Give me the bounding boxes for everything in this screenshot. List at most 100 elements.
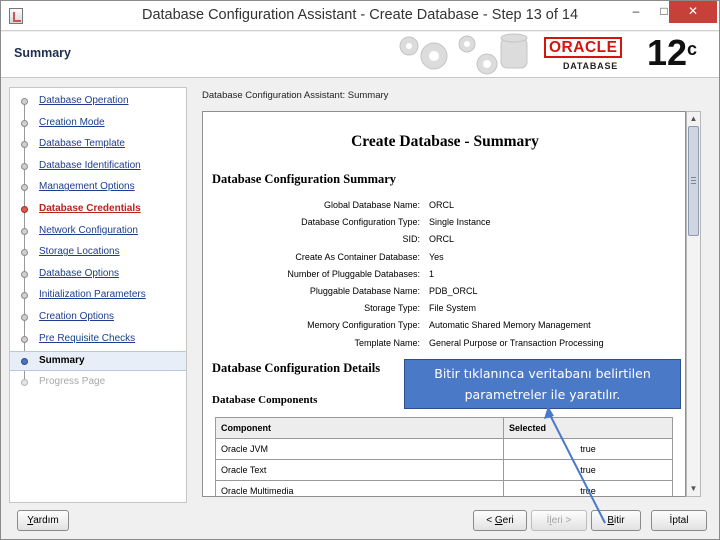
help-label: ardım — [33, 515, 59, 526]
sidebar-item-label: Storage Locations — [39, 246, 120, 258]
content-label: Database Configuration Assistant: Summar… — [202, 90, 389, 101]
summary-value: ORCL — [429, 200, 455, 210]
thumb-grip — [691, 183, 696, 184]
sidebar-item-initialization-parameters[interactable]: Initialization Parameters — [10, 286, 186, 306]
sidebar-item-label: Database Credentials — [39, 203, 141, 214]
sidebar-item-creation-options[interactable]: Creation Options — [10, 308, 186, 328]
scroll-down-arrow-icon[interactable]: ▼ — [687, 482, 700, 496]
step-status-icon — [21, 270, 28, 278]
summary-document: Create Database - Summary Database Confi… — [202, 111, 686, 497]
sidebar-item-label: Database Operation — [39, 95, 129, 106]
summary-row: Global Database Name: ORCL — [203, 200, 685, 217]
sidebar-item-pre-requisite-checks[interactable]: Pre Requisite Checks — [10, 330, 186, 350]
summary-row: SID: ORCL — [203, 234, 685, 251]
summary-row: Number of Pluggable Databases: 1 — [203, 268, 685, 286]
summary-key: Memory Configuration Type: — [307, 320, 420, 331]
back-prefix: < — [486, 515, 495, 526]
summary-row: Memory Configuration Type: Automatic Shar… — [203, 320, 685, 337]
back-mnemonic: G — [494, 515, 503, 526]
vertical-scrollbar[interactable]: ▲ ▼ — [686, 111, 701, 497]
sidebar-item-label: Creation Mode — [39, 116, 105, 128]
sidebar-item-storage-locations[interactable]: Storage Locations — [10, 243, 186, 263]
components-heading: Database Components — [212, 394, 318, 406]
back-button[interactable]: < Geri — [473, 510, 527, 531]
sidebar-item-label: Creation Options — [39, 311, 115, 322]
step-status-icon — [21, 314, 28, 321]
table-row: Oracle JVM true — [215, 438, 673, 460]
scroll-up-arrow-icon[interactable]: ▲ — [687, 112, 700, 126]
table-row: Oracle Text true — [215, 459, 673, 481]
oracle-product-label: DATABASE — [563, 61, 619, 71]
document-title: Create Database - Summary — [351, 133, 539, 150]
summary-key: Storage Type: — [364, 303, 420, 314]
sidebar-item-management-options[interactable]: Management Options — [10, 178, 186, 198]
oracle-logo: ORACLE DATABASE — [544, 37, 644, 71]
component-name-cell: Oracle JVM — [215, 438, 504, 460]
summary-value: Automatic Shared Memory Management — [429, 320, 591, 331]
summary-key: Number of Pluggable Databases: — [287, 268, 420, 279]
sidebar-item-database-operation[interactable]: Database Operation — [10, 92, 186, 112]
callout-line-1: Bitir tıklanınca veritabanı belirtilen — [434, 366, 651, 381]
page-title: Summary — [14, 46, 71, 60]
back-label: eri — [502, 515, 514, 526]
step-status-icon — [21, 184, 28, 192]
step-status-icon — [21, 206, 28, 213]
sidebar-item-label: Database Template — [39, 138, 125, 150]
next-button[interactable]: İleri > — [531, 510, 587, 531]
step-status-icon — [21, 378, 28, 386]
sidebar-item-label: Database Options — [39, 267, 120, 279]
step-status-icon — [21, 227, 28, 235]
sidebar-item-database-template[interactable]: Database Template — [10, 135, 186, 155]
step-status-icon — [21, 292, 28, 300]
dbca-window: Database Configuration Assistant - Creat… — [0, 0, 720, 540]
summary-value: Single Instance — [429, 217, 491, 228]
summary-value: General Purpose or Transaction Processin… — [429, 337, 604, 348]
summary-value: ORCL — [429, 234, 455, 245]
sidebar-item-database-identification[interactable]: Database Identification — [10, 157, 186, 177]
step-status-icon — [21, 249, 28, 257]
title-bar: Database Configuration Assistant - Creat… — [1, 1, 719, 31]
cancel-button[interactable]: İptal — [651, 510, 707, 531]
sidebar-item-network-configuration[interactable]: Network Configuration — [10, 222, 186, 242]
summary-row: Database Configuration Type: Single Insta… — [203, 217, 685, 234]
scrollbar-thumb[interactable] — [688, 126, 699, 236]
sidebar-item-creation-mode[interactable]: Creation Mode — [10, 114, 186, 134]
sidebar-item-label: Progress Page — [39, 375, 106, 387]
finish-button[interactable]: Bitir — [591, 510, 641, 531]
step-status-icon — [21, 162, 28, 170]
sidebar-item-label: Database Identification — [39, 159, 141, 171]
thumb-grip — [691, 180, 696, 181]
oracle-wordmark: ORACLE — [544, 37, 623, 58]
sidebar-item-summary[interactable]: Summary — [10, 351, 186, 372]
step-status-icon — [21, 358, 28, 366]
version-label: 12c — [647, 33, 697, 73]
callout-line-2: parametreler ile yaratılır. — [464, 387, 621, 402]
window-title: Database Configuration Assistant - Creat… — [141, 7, 579, 23]
component-selected-cell: true — [503, 480, 673, 496]
sidebar-item-database-credentials[interactable]: Database Credentials — [10, 200, 186, 220]
minimize-button[interactable]: – — [621, 1, 651, 23]
header-banner: Summary ORACLE DATABASE 12c — [1, 32, 719, 78]
close-button[interactable]: ✕ — [669, 1, 717, 23]
sidebar-item-database-options[interactable]: Database Options — [10, 265, 186, 285]
summary-heading: Database Configuration Summary — [212, 172, 397, 186]
gears-icon — [399, 33, 528, 75]
summary-value: Yes — [429, 251, 444, 262]
component-name-cell: Oracle Multimedia — [215, 480, 504, 496]
version-number: 12 — [647, 32, 688, 73]
details-heading: Database Configuration Details — [212, 361, 381, 375]
summary-row: Template Name: General Purpose or Transac… — [203, 337, 685, 355]
step-navigator: Database Operation Creation Mode Database … — [9, 87, 187, 503]
column-header-selected: Selected — [503, 417, 673, 439]
help-button[interactable]: Yardım — [17, 510, 69, 531]
component-selected-cell: true — [503, 438, 673, 460]
step-status-icon — [21, 98, 28, 105]
sidebar-item-label: Pre Requisite Checks — [39, 332, 136, 344]
summary-key: SID: — [402, 234, 420, 245]
next-label: eri > — [551, 515, 572, 526]
step-status-icon — [21, 335, 28, 343]
sidebar-item-label: Initialization Parameters — [39, 289, 146, 301]
annotation-callout: Bitir tıklanınca veritabanı belirtilen p… — [404, 359, 681, 409]
finish-label: itir — [614, 515, 625, 526]
summary-value: 1 — [429, 268, 435, 279]
